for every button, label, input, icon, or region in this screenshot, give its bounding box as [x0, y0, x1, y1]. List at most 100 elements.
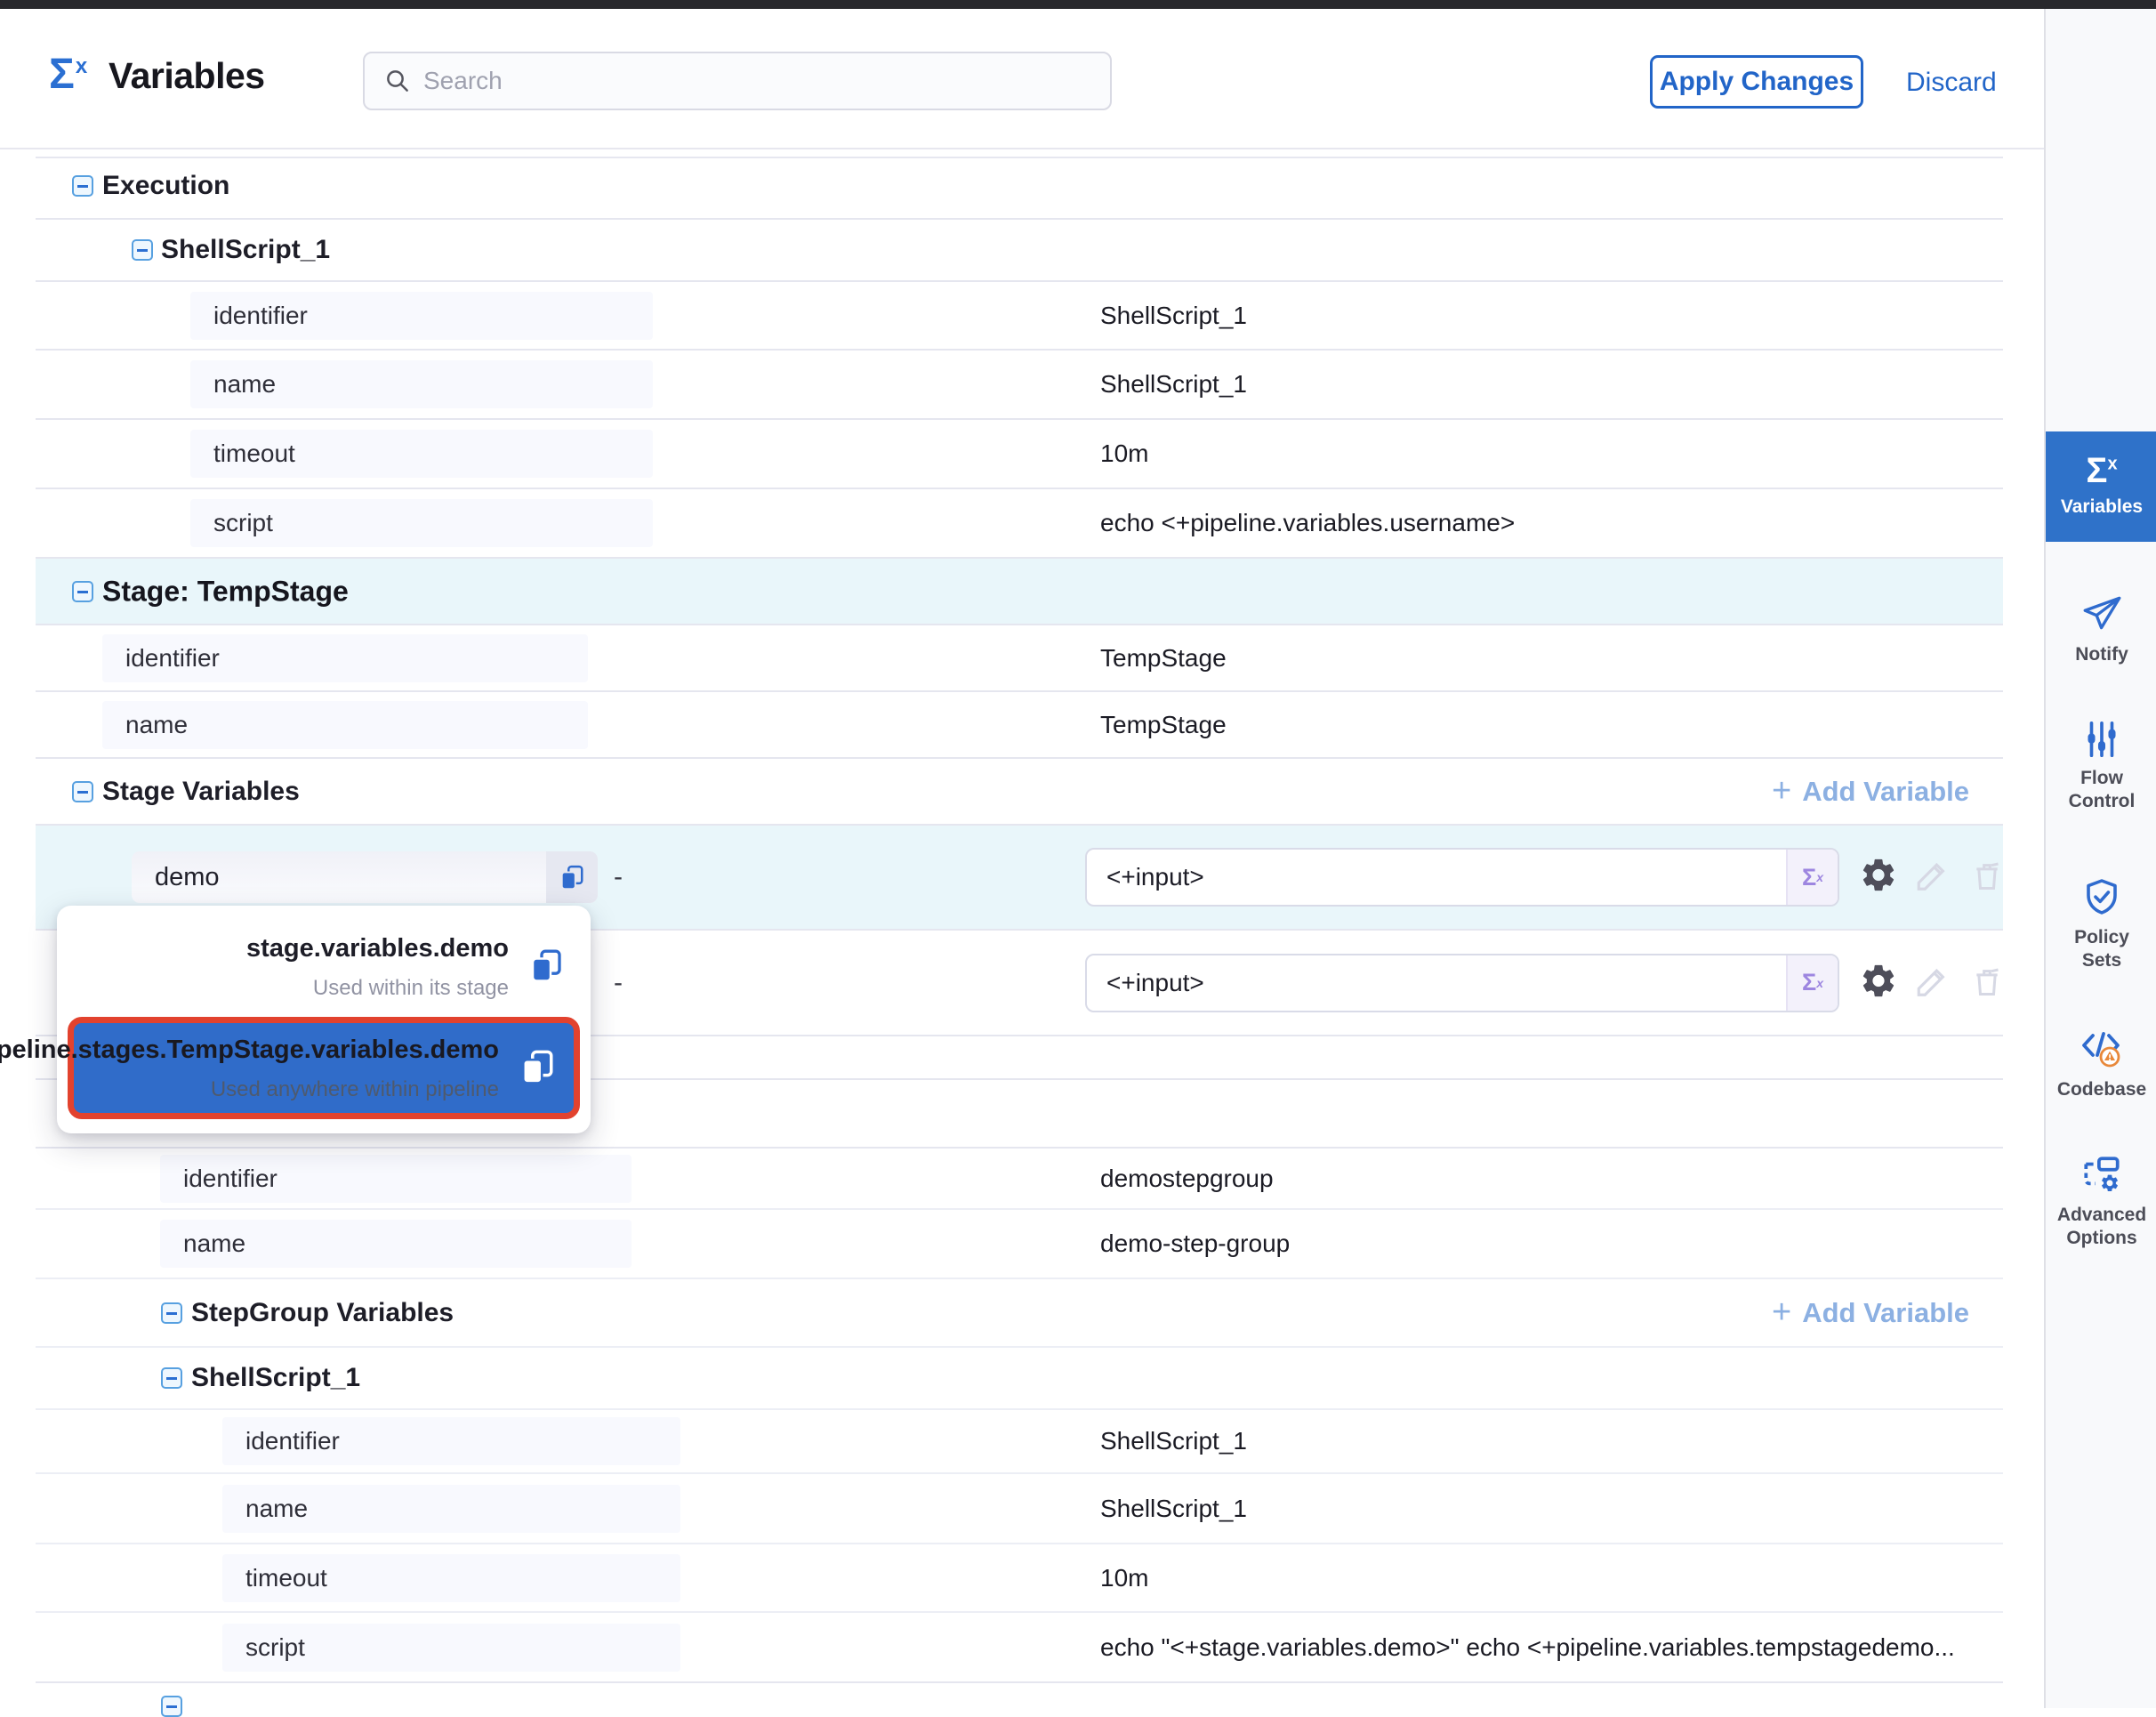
field-row: timeout 10m: [36, 1544, 2003, 1613]
right-sidebar: Σx Variables Notify Flow Control Policy …: [2044, 9, 2156, 1708]
shield-check-icon: [2080, 876, 2123, 919]
variable-scope: Used within its stage: [313, 976, 509, 1001]
section-row-shellscript1: ShellScript_1: [36, 220, 2003, 282]
collapse-minus-icon[interactable]: [72, 175, 93, 197]
field-value: ShellScript_1: [1100, 370, 1247, 399]
copy-icon[interactable]: [528, 947, 564, 987]
pencil-icon[interactable]: [1914, 857, 1951, 899]
section-label: StepGroup Variables: [191, 1298, 454, 1328]
section-row-stage-tempstage: Stage: TempStage: [36, 559, 2003, 625]
paper-plane-icon: [2080, 592, 2124, 636]
section-label: Execution: [102, 171, 229, 201]
field-label-box: identifier: [222, 1417, 680, 1465]
sidebar-item-variables[interactable]: Σx Variables: [2046, 431, 2156, 542]
plus-icon: +: [1772, 1299, 1791, 1326]
field-label-box: timeout: [222, 1554, 680, 1602]
field-value: ShellScript_1: [1100, 302, 1247, 330]
sidebar-item-flow-control[interactable]: Flow Control: [2046, 719, 2156, 814]
field-label-box: name: [102, 701, 588, 749]
required-dash: -: [614, 862, 623, 892]
variable-value-input[interactable]: <+input> Σx: [1085, 848, 1839, 907]
field-label-box: script: [190, 499, 653, 547]
field-row: timeout 10m: [36, 420, 2003, 489]
section-row-stepgroup-variables: StepGroup Variables + Add Variable: [36, 1279, 2003, 1348]
search-icon: [384, 68, 411, 94]
copy-icon[interactable]: [546, 851, 598, 903]
sliders-icon: [2081, 719, 2122, 760]
field-value: 10m: [1100, 1564, 1148, 1592]
section-label: Stage Variables: [102, 777, 300, 807]
variable-path-popup: stage.variables.demo Used within its sta…: [57, 906, 591, 1133]
field-label-box: timeout: [190, 430, 653, 478]
field-label-box: name: [222, 1485, 680, 1533]
expression-sigma-toggle[interactable]: Σx: [1786, 850, 1838, 905]
field-label-box: script: [222, 1624, 680, 1672]
field-row: name ShellScript_1: [36, 1474, 2003, 1544]
field-row: identifier TempStage: [36, 625, 2003, 692]
code-warning-icon: [2079, 1025, 2125, 1071]
search-box[interactable]: [363, 52, 1112, 110]
popup-entry-pipeline-scope-selected[interactable]: pipeline.stages.TempStage.variables.demo…: [68, 1017, 580, 1119]
window-top-strip: [0, 0, 2156, 9]
gear-icon[interactable]: [1859, 961, 1898, 1004]
field-row: name TempStage: [36, 692, 2003, 759]
field-value: 10m: [1100, 439, 1148, 468]
trash-icon[interactable]: [1969, 858, 2005, 898]
collapse-minus-icon[interactable]: [72, 581, 93, 602]
popup-entry-stage-scope[interactable]: stage.variables.demo Used within its sta…: [57, 916, 591, 1015]
apply-changes-button[interactable]: Apply Changes: [1650, 55, 1863, 109]
section-label: ShellScript_1: [191, 1363, 360, 1393]
field-label-box: name: [190, 360, 653, 408]
sidebar-item-codebase[interactable]: Codebase: [2046, 1025, 2156, 1101]
field-value: TempStage: [1100, 711, 1227, 739]
variable-name-field[interactable]: demo: [132, 851, 598, 903]
collapse-minus-icon[interactable]: [161, 1302, 182, 1324]
field-value: echo <+pipeline.variables.username>: [1100, 509, 1515, 537]
sidebar-item-policy-sets[interactable]: Policy Sets: [2046, 876, 2156, 973]
variable-value-input[interactable]: <+input> Σx: [1085, 954, 1839, 1012]
copy-icon[interactable]: [519, 1048, 556, 1090]
section-row-execution: Execution: [36, 153, 2003, 220]
sidebar-item-notify[interactable]: Notify: [2046, 592, 2156, 666]
field-value: ShellScript_1: [1100, 1495, 1247, 1523]
field-label-box: identifier: [102, 634, 588, 682]
sidebar-item-advanced-options[interactable]: Advanced Options: [2046, 1152, 2156, 1251]
field-label-box: identifier: [190, 292, 653, 340]
field-value: demostepgroup: [1100, 1165, 1274, 1193]
gear-icon[interactable]: [1859, 856, 1898, 899]
add-variable-button[interactable]: + Add Variable: [1772, 776, 1969, 808]
add-variable-button[interactable]: + Add Variable: [1772, 1297, 1969, 1329]
section-row-shellscript1-nested: ShellScript_1: [36, 1348, 2003, 1410]
pencil-icon[interactable]: [1914, 962, 1951, 1004]
collapse-minus-icon[interactable]: [161, 1696, 182, 1717]
page-title: Variables: [109, 55, 265, 97]
field-label-box: identifier: [160, 1155, 632, 1203]
plus-icon: +: [1772, 778, 1791, 804]
section-label: ShellScript_1: [161, 235, 330, 265]
variable-path: pipeline.stages.TempStage.variables.demo: [0, 1036, 499, 1065]
sigma-x-icon: Σx: [2086, 453, 2117, 488]
field-value: echo "<+stage.variables.demo>" echo <+pi…: [1100, 1633, 1955, 1662]
variable-path: stage.variables.demo: [246, 934, 509, 963]
trash-icon[interactable]: [1969, 963, 2005, 1003]
required-dash: -: [614, 968, 623, 998]
expression-sigma-toggle[interactable]: Σx: [1786, 955, 1838, 1011]
field-value: TempStage: [1100, 644, 1227, 673]
collapse-minus-icon[interactable]: [72, 781, 93, 802]
collapse-minus-icon[interactable]: [132, 239, 153, 261]
field-row: name demo-step-group: [36, 1210, 2003, 1279]
variables-sigma-logo-icon: Σx: [49, 53, 87, 96]
variable-scope: Used anywhere within pipeline: [211, 1077, 499, 1102]
search-input[interactable]: [422, 53, 1098, 109]
collapse-minus-icon[interactable]: [161, 1367, 182, 1389]
flowchart-gear-icon: [2080, 1152, 2124, 1197]
field-row: name ShellScript_1: [36, 351, 2003, 420]
field-row: identifier ShellScript_1: [36, 282, 2003, 351]
discard-button[interactable]: Discard: [1906, 68, 1997, 98]
field-value: ShellScript_1: [1100, 1427, 1247, 1455]
field-row: identifier ShellScript_1: [36, 1410, 2003, 1474]
field-value: demo-step-group: [1100, 1229, 1290, 1258]
field-row: script echo "<+stage.variables.demo>" ec…: [36, 1613, 2003, 1683]
field-row: script echo <+pipeline.variables.usernam…: [36, 489, 2003, 559]
header: Σx Variables Apply Changes Discard: [0, 9, 2044, 149]
